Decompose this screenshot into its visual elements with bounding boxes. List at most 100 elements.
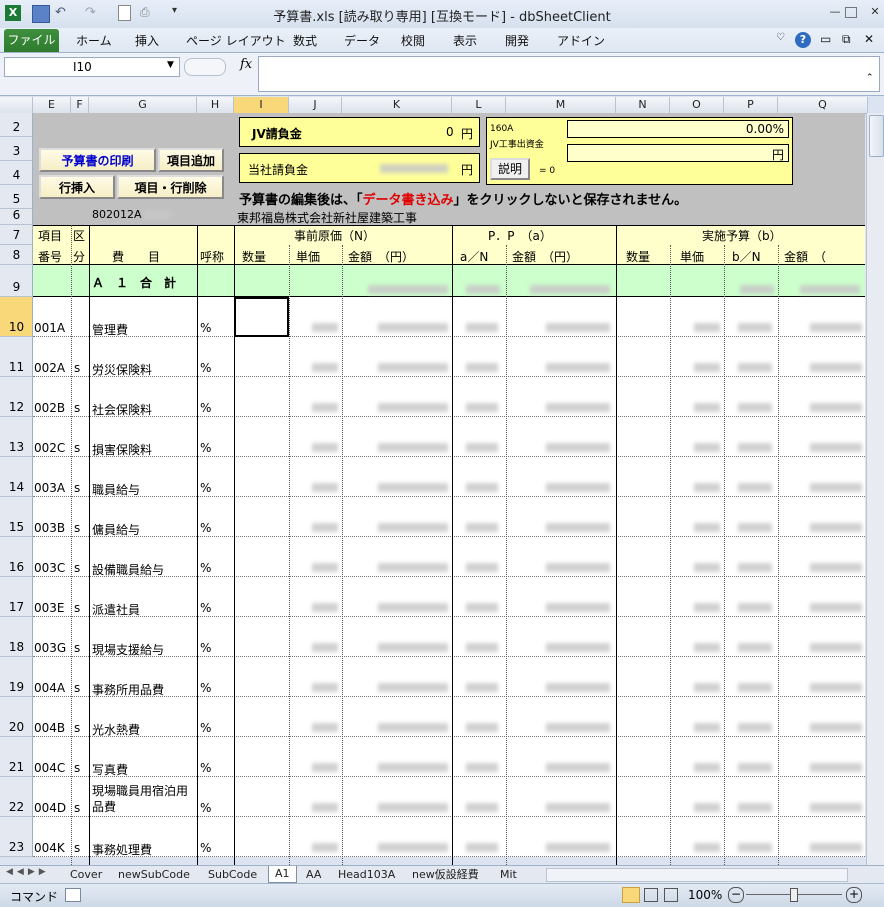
item-unit[interactable]: % xyxy=(200,321,211,335)
item-code[interactable]: 002B xyxy=(34,401,65,415)
row-header-10[interactable]: 10 xyxy=(0,297,33,337)
item-unit[interactable]: % xyxy=(200,481,211,495)
selected-cell-i10[interactable] xyxy=(234,297,289,337)
item-name[interactable]: 職員給与 xyxy=(92,481,140,498)
item-name[interactable]: 事務所用品費 xyxy=(92,681,164,698)
restore-icon[interactable] xyxy=(845,7,857,18)
row-header-15[interactable]: 15 xyxy=(0,497,33,537)
row-header-5[interactable]: 5 xyxy=(0,185,33,209)
row-header-11[interactable]: 11 xyxy=(0,337,33,377)
select-all-corner[interactable] xyxy=(0,97,33,113)
item-code[interactable]: 002C xyxy=(34,441,65,455)
column-header-f[interactable]: F xyxy=(71,97,89,113)
item-kubun[interactable]: s xyxy=(74,521,80,535)
tab-data[interactable]: データ xyxy=(344,32,380,49)
column-header-i[interactable]: I xyxy=(234,97,289,113)
column-header-l[interactable]: L xyxy=(452,97,506,113)
row-header-20[interactable]: 20 xyxy=(0,697,33,737)
row-header-6[interactable]: 6 xyxy=(0,208,33,225)
item-unit[interactable]: % xyxy=(200,801,211,815)
tab-view[interactable]: 表示 xyxy=(453,32,477,49)
formula-input[interactable] xyxy=(258,56,880,92)
item-code[interactable]: 003G xyxy=(34,641,66,655)
doc-minimize-icon[interactable]: ▭ xyxy=(820,32,831,46)
column-header-q[interactable]: Q xyxy=(778,97,868,113)
sheet-tab-a1[interactable]: A1 xyxy=(268,866,297,883)
column-header-k[interactable]: K xyxy=(342,97,452,113)
tab-review[interactable]: 校閲 xyxy=(401,32,425,49)
tab-developer[interactable]: 開発 xyxy=(505,32,529,49)
item-name[interactable]: 社会保険料 xyxy=(92,401,152,418)
item-name[interactable]: 管理費 xyxy=(92,321,128,338)
zoom-slider-thumb[interactable] xyxy=(790,888,798,902)
item-code[interactable]: 002A xyxy=(34,361,65,375)
row-header-14[interactable]: 14 xyxy=(0,457,33,497)
item-name[interactable]: 労災保険料 xyxy=(92,361,152,378)
explain-button[interactable]: 説明 xyxy=(490,158,530,180)
row-header-8[interactable]: 8 xyxy=(0,245,33,265)
item-code[interactable]: 003B xyxy=(34,521,65,535)
row-header-22[interactable]: 22 xyxy=(0,777,33,817)
column-header-p[interactable]: P xyxy=(724,97,778,113)
add-item-button[interactable]: 項目追加 xyxy=(158,148,224,172)
item-kubun[interactable]: s xyxy=(74,601,80,615)
zoom-level[interactable]: 100% xyxy=(688,888,722,902)
sheet-tab-aa[interactable]: AA xyxy=(300,867,327,883)
item-code[interactable]: 001A xyxy=(34,321,65,335)
item-code[interactable]: 003A xyxy=(34,481,65,495)
column-header-g[interactable]: G xyxy=(89,97,197,113)
row-header-21[interactable]: 21 xyxy=(0,737,33,777)
delete-item-button[interactable]: 項目・行削除 xyxy=(117,175,224,199)
item-code[interactable]: 004C xyxy=(34,761,65,775)
item-code[interactable]: 004D xyxy=(34,801,66,815)
row-header-13[interactable]: 13 xyxy=(0,417,33,457)
item-code[interactable]: 004A xyxy=(34,681,65,695)
column-header-j[interactable]: J xyxy=(289,97,342,113)
doc-restore-icon[interactable]: ⧉ xyxy=(842,32,851,47)
sheet-tab-cover[interactable]: Cover xyxy=(64,867,108,883)
item-name[interactable]: 現場職員用宿泊用品費 xyxy=(92,783,196,815)
item-kubun[interactable]: s xyxy=(74,401,80,415)
sheet-tab-newsubcode[interactable]: newSubCode xyxy=(112,867,196,883)
tab-home[interactable]: ホーム xyxy=(76,32,112,49)
column-header-n[interactable]: N xyxy=(616,97,670,113)
row-header-17[interactable]: 17 xyxy=(0,577,33,617)
item-name[interactable]: 写真費 xyxy=(92,761,128,778)
macro-record-icon[interactable] xyxy=(65,888,81,902)
item-code[interactable]: 003E xyxy=(34,601,65,615)
sheet-tab-head103a[interactable]: Head103A xyxy=(332,867,401,883)
item-kubun[interactable]: s xyxy=(74,761,80,775)
horizontal-scrollbar[interactable] xyxy=(546,868,848,882)
tab-formulas[interactable]: 数式 xyxy=(293,32,317,49)
sheet-tab-subcode[interactable]: SubCode xyxy=(202,867,263,883)
row-header-3[interactable]: 3 xyxy=(0,137,33,161)
column-header-m[interactable]: M xyxy=(506,97,616,113)
sheet-tab-mit[interactable]: Mit xyxy=(494,867,523,883)
row-header-4[interactable]: 4 xyxy=(0,161,33,185)
zoom-out-icon[interactable]: − xyxy=(728,887,744,903)
item-name[interactable]: 事務処理費 xyxy=(92,841,152,858)
page-layout-view-icon[interactable] xyxy=(644,888,658,902)
insert-row-button[interactable]: 行挿入 xyxy=(39,175,115,199)
row-header-2[interactable]: 2 xyxy=(0,113,33,137)
item-unit[interactable]: % xyxy=(200,721,211,735)
tab-scroll-icon[interactable]: ◀◀▶▶ xyxy=(6,867,50,877)
doc-close-icon[interactable]: ✕ xyxy=(864,32,874,46)
item-unit[interactable]: % xyxy=(200,361,211,375)
normal-view-icon[interactable] xyxy=(622,887,640,903)
row-header-12[interactable]: 12 xyxy=(0,377,33,417)
help-icon[interactable]: ? xyxy=(795,32,811,48)
item-kubun[interactable]: s xyxy=(74,721,80,735)
item-unit[interactable]: % xyxy=(200,761,211,775)
item-name[interactable]: 損害保険料 xyxy=(92,441,152,458)
item-unit[interactable]: % xyxy=(200,441,211,455)
fx-icon[interactable]: fx xyxy=(240,57,252,72)
ribbon-collapse-icon[interactable]: ♡ xyxy=(776,32,785,43)
row-header-19[interactable]: 19 xyxy=(0,657,33,697)
item-kubun[interactable]: s xyxy=(74,481,80,495)
item-name[interactable]: 現場支援給与 xyxy=(92,641,164,658)
item-name[interactable]: 光水熱費 xyxy=(92,721,140,738)
vertical-scrollbar[interactable] xyxy=(866,113,884,865)
item-unit[interactable]: % xyxy=(200,841,211,855)
item-code[interactable]: 003C xyxy=(34,561,65,575)
